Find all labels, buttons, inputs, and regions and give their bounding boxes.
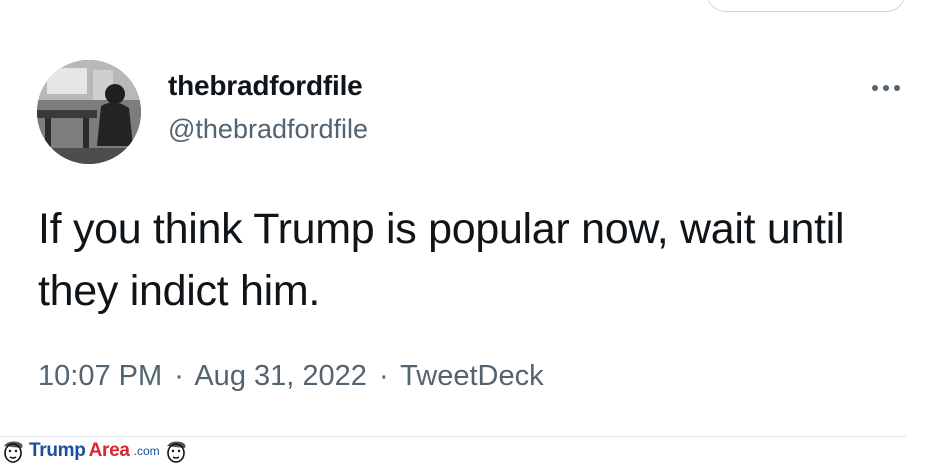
more-horizontal-icon [872, 85, 878, 91]
top-pill-button[interactable] [706, 0, 906, 12]
author-handle[interactable]: @thebradfordfile [168, 114, 368, 145]
meta-separator: · [378, 360, 389, 392]
watermark-brand-part2: Area [88, 440, 130, 461]
tweet-time[interactable]: 10:07 PM [38, 360, 162, 392]
tweet-source: TweetDeck [400, 360, 544, 392]
face-caricature-icon [4, 441, 23, 463]
tweet-date[interactable]: Aug 31, 2022 [194, 360, 367, 392]
face-caricature-icon [166, 441, 186, 463]
tweet-meta: 10:07 PM · Aug 31, 2022 · TweetDeck [38, 360, 544, 393]
watermark-logo: Trump Area .com [0, 438, 189, 464]
meta-separator: · [174, 360, 184, 392]
tweet-text: If you think Trump is popular now, wait … [38, 205, 845, 315]
profile-photo-icon [37, 60, 141, 164]
more-horizontal-icon [894, 85, 900, 91]
more-horizontal-icon [883, 85, 889, 91]
author-display-name[interactable]: thebradfordfile [168, 70, 363, 102]
more-options-button[interactable] [866, 76, 906, 100]
divider [0, 436, 906, 437]
avatar[interactable] [37, 60, 141, 164]
watermark-brand-part1: Trump [29, 440, 86, 461]
watermark-suffix: .com [133, 444, 160, 458]
